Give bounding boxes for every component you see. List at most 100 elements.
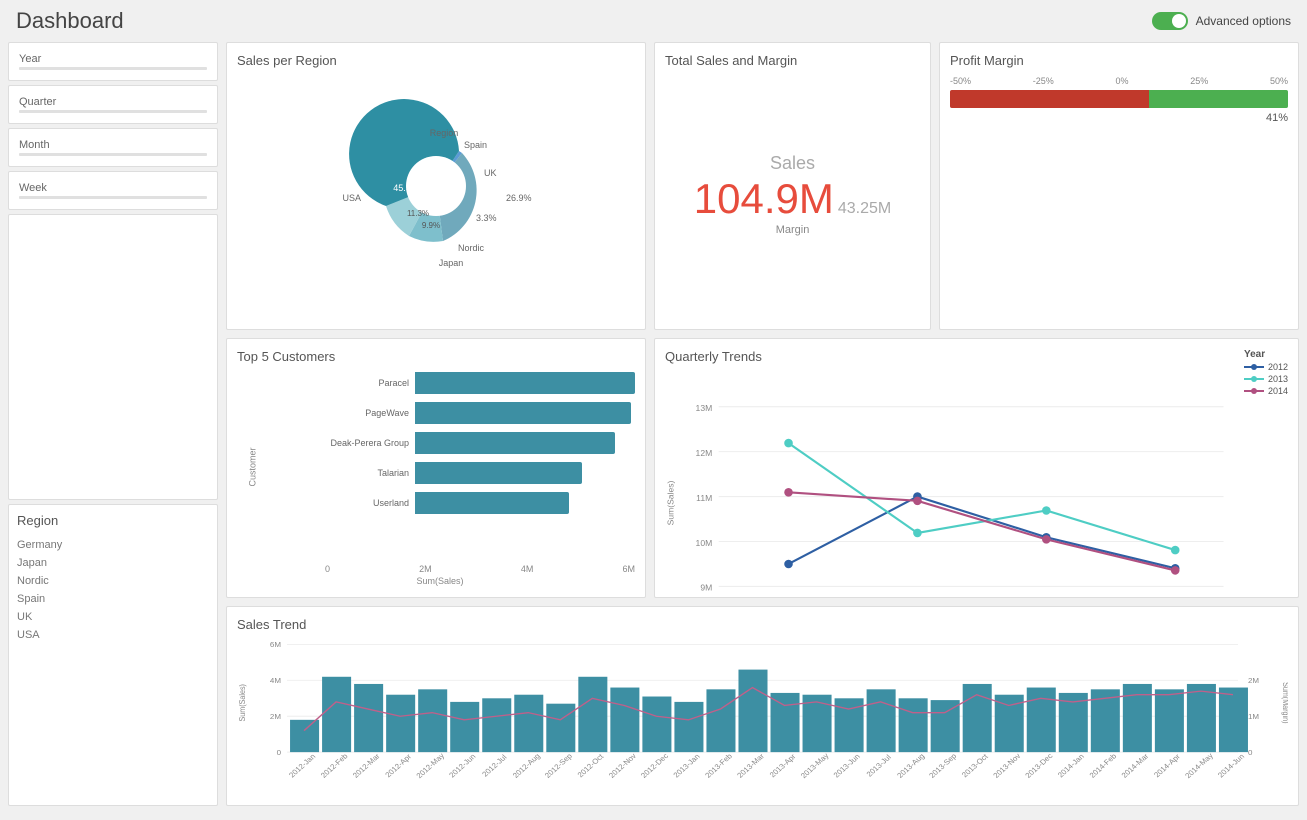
bar-13 xyxy=(706,689,735,752)
pm-axis-neg50: -50% xyxy=(950,76,971,86)
bar-23 xyxy=(1027,688,1056,753)
trend-yr-2m: 2M xyxy=(1248,676,1259,684)
sales-value: 104.9M xyxy=(694,178,834,220)
x-label-14: 2013-Mar xyxy=(735,752,766,780)
sales-trend-svg: 0 2M 4M 6M 0 1M 2M Sum(Sales) Sum(Margin… xyxy=(237,640,1288,788)
x-label-1: 2012-Feb xyxy=(319,752,350,780)
advanced-options-toggle[interactable] xyxy=(1152,12,1188,30)
bar-29 xyxy=(1219,688,1248,753)
trend-yr-1m: 1M xyxy=(1248,712,1259,720)
x-label-18: 2013-Jul xyxy=(865,753,894,779)
quarterly-chart: 13M 12M 11M 10M 9M Q1 Q2 Q3 Q4 Quarter, xyxy=(665,396,1288,598)
trend-y-2m: 2M xyxy=(270,712,281,720)
y-label-9m: 9M xyxy=(700,583,712,593)
region-item-spain[interactable]: Spain xyxy=(17,590,209,608)
bar-7 xyxy=(514,695,543,752)
x-label-3: 2012-Apr xyxy=(383,752,413,779)
legend-2013: 2013 xyxy=(1244,374,1288,384)
bar-28 xyxy=(1187,684,1216,752)
bar-fill-userland xyxy=(415,492,569,514)
legend-2014: 2014 xyxy=(1244,386,1288,396)
filter-year[interactable]: Year xyxy=(8,42,218,81)
x-label-4: 2012-May xyxy=(414,751,446,780)
sidebar-empty-area xyxy=(8,214,218,500)
advanced-options-container: Advanced options xyxy=(1152,12,1291,30)
sales-label: Sales xyxy=(770,153,815,174)
region-item-nordic[interactable]: Nordic xyxy=(17,572,209,590)
pm-axis-25: 25% xyxy=(1190,76,1208,86)
x-label-20: 2013-Sep xyxy=(927,752,958,780)
donut-chart: Region Spain UK 26.9% 3.3% Nordic Japan … xyxy=(296,76,576,296)
bar-track-deak xyxy=(415,432,635,454)
legend-year-label: Year xyxy=(1244,349,1288,360)
region-label-nordic: Nordic xyxy=(458,243,485,253)
sales-value-container: 104.9M 43.25M xyxy=(694,178,891,220)
donut-chart-container: Region Spain UK 26.9% 3.3% Nordic Japan … xyxy=(237,76,635,296)
x-label-22: 2013-Nov xyxy=(991,752,1022,780)
x-label-10: 2012-Nov xyxy=(607,752,638,780)
x-label-12: 2013-Jan xyxy=(671,752,701,779)
margin-value-inline: 43.25M xyxy=(838,200,891,218)
bar-27 xyxy=(1155,689,1184,752)
total-sales-content: Sales 104.9M 43.25M Margin xyxy=(665,76,920,312)
pct-uk-2: 26.9% xyxy=(435,167,458,176)
filter-quarter[interactable]: Quarter xyxy=(8,85,218,124)
bar-9 xyxy=(578,677,607,752)
y-label-10m: 10M xyxy=(696,538,713,548)
dot-2014-q3 xyxy=(1042,535,1051,544)
bar-track-pagewave xyxy=(415,402,635,424)
top5-y-label: Customer xyxy=(248,447,258,486)
bar-4 xyxy=(418,689,447,752)
dot-2013-q1 xyxy=(784,439,793,448)
region-item-usa[interactable]: USA xyxy=(17,626,209,644)
filter-week[interactable]: Week xyxy=(8,171,218,210)
region-item-germany[interactable]: Germany xyxy=(17,536,209,554)
pm-bar-track xyxy=(950,90,1288,108)
margin-label: Margin xyxy=(776,224,810,236)
total-sales-title: Total Sales and Margin xyxy=(665,53,920,68)
middle-row: Top 5 Customers Customer Paracel xyxy=(226,338,1299,598)
region-label-japan: Japan xyxy=(439,258,464,268)
dot-2012-q1 xyxy=(784,560,793,569)
header: Dashboard Advanced options xyxy=(0,0,1307,42)
bar-row-deak: Deak-Perera Group xyxy=(325,432,635,454)
bar-12 xyxy=(674,702,703,752)
region-item-japan[interactable]: Japan xyxy=(17,554,209,572)
bar-0 xyxy=(290,720,319,752)
legend-2012-label: 2012 xyxy=(1268,362,1288,372)
bar-10 xyxy=(610,688,639,753)
sales-trend-title: Sales Trend xyxy=(237,617,1288,632)
bar-track-paracel xyxy=(415,372,635,394)
week-filter-bar xyxy=(19,196,207,199)
pm-axis-50: 50% xyxy=(1270,76,1288,86)
pm-bar-green xyxy=(1149,90,1288,108)
region-pct-spain: 3.3% xyxy=(476,213,497,223)
x-label-13: 2013-Feb xyxy=(703,752,734,780)
filter-month[interactable]: Month xyxy=(8,128,218,167)
x-label-23: 2013-Dec xyxy=(1023,752,1054,780)
x-label-21: 2013-Oct xyxy=(960,752,991,779)
bar-fill-pagewave xyxy=(415,402,631,424)
legend-2013-label: 2013 xyxy=(1268,374,1288,384)
month-filter-bar xyxy=(19,153,207,156)
advanced-options-label: Advanced options xyxy=(1196,14,1291,28)
profit-margin-title: Profit Margin xyxy=(950,53,1288,68)
quarterly-header: Quarterly Trends Year 2012 2013 xyxy=(665,349,1288,396)
bar-row-talarian: Talarian xyxy=(325,462,635,484)
trend-y-4m: 4M xyxy=(270,676,281,684)
bar-11 xyxy=(642,697,671,753)
pm-value: 41% xyxy=(950,112,1288,124)
x-label-24: 2014-Jan xyxy=(1056,752,1086,779)
region-item-uk[interactable]: UK xyxy=(17,608,209,626)
quarterly-legend: Year 2012 2013 2014 xyxy=(1244,349,1288,396)
dot-2013-q4 xyxy=(1171,546,1180,555)
x-label-0: 2012-Jan xyxy=(287,752,317,779)
legend-2014-label: 2014 xyxy=(1268,386,1288,396)
x-tick-4m: 4M xyxy=(521,564,534,574)
x-label-28: 2014-May xyxy=(1183,751,1215,780)
bar-track-talarian xyxy=(415,462,635,484)
bar-track-userland xyxy=(415,492,635,514)
bar-14 xyxy=(738,670,767,753)
main-layout: Year Quarter Month Week Region Germany J… xyxy=(0,42,1307,814)
bar-6 xyxy=(482,698,511,752)
